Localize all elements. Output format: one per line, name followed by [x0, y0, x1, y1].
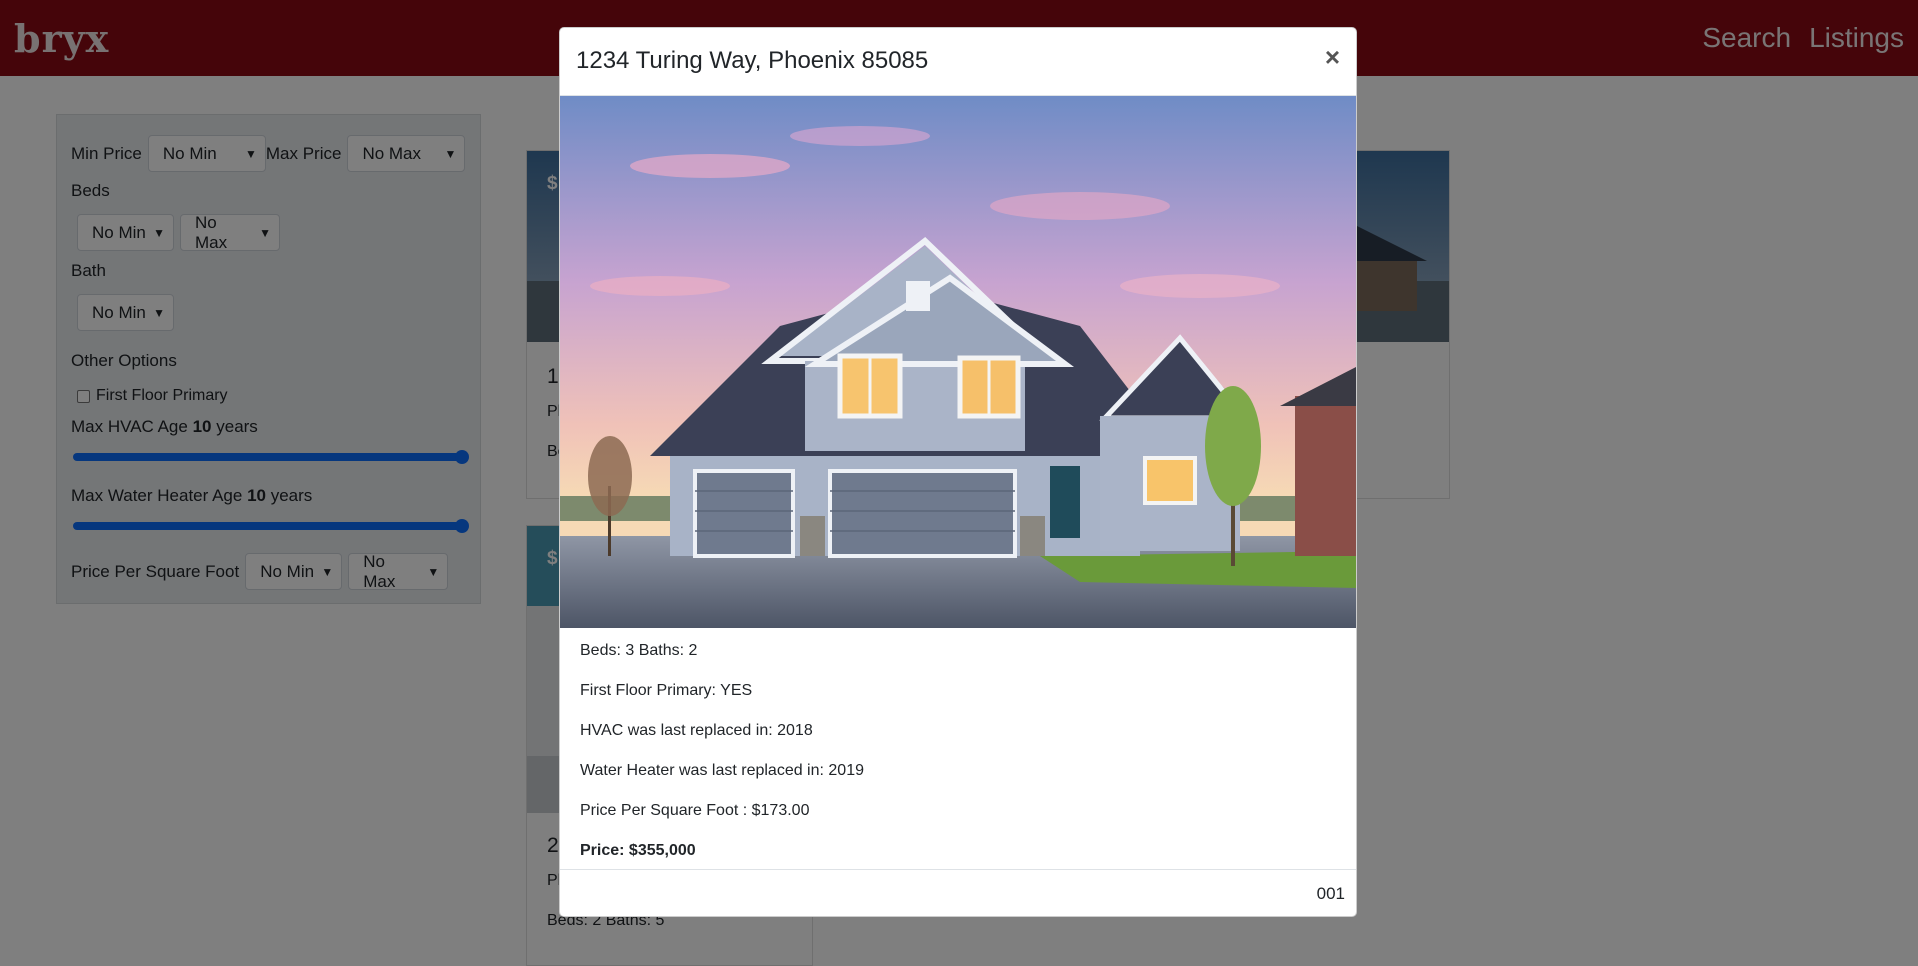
price-per-sqft-text: Price Per Square Foot : $173.00: [580, 802, 810, 819]
price-text: Price: $355,000: [580, 842, 696, 859]
modal-footer: 001: [560, 869, 1356, 916]
first-floor-text: First Floor Primary: YES: [580, 682, 753, 699]
close-icon[interactable]: ×: [1325, 44, 1340, 70]
water-heater-text: Water Heater was last replaced in: 2019: [580, 762, 864, 779]
modal-header: 1234 Turing Way, Phoenix 85085 ×: [560, 28, 1356, 96]
listing-modal: 1234 Turing Way, Phoenix 85085 × Beds: 3…: [559, 27, 1357, 917]
modal-title: 1234 Turing Way, Phoenix 85085: [576, 47, 929, 74]
hvac-text: HVAC was last replaced in: 2018: [580, 722, 813, 739]
listing-id: 001: [1316, 884, 1345, 903]
beds-baths-text: Beds: 3 Baths: 2: [580, 642, 698, 659]
house-photo: [560, 96, 1356, 628]
